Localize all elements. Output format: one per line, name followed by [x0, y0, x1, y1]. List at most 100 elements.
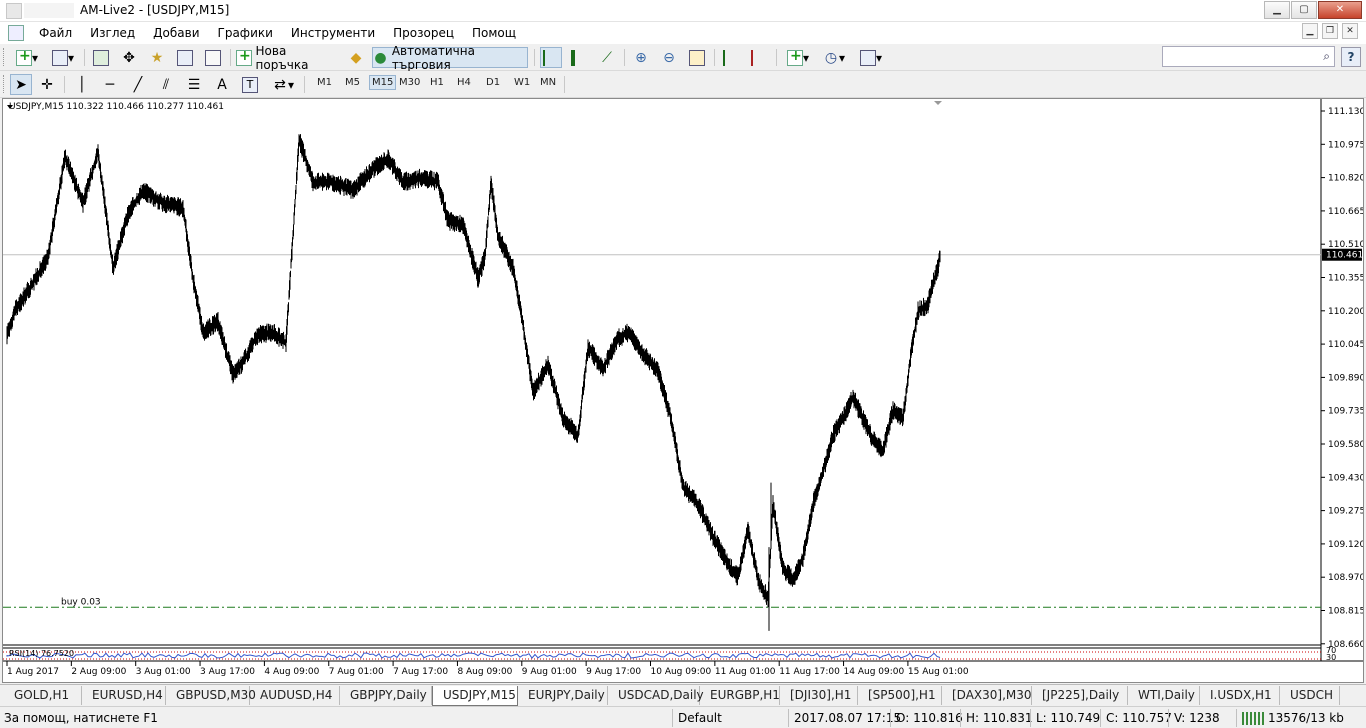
buy-order-label: buy 0.03 [61, 597, 101, 607]
timeframe-h4[interactable]: H4 [457, 77, 471, 88]
price-tick-label: 110.820 [1328, 174, 1363, 184]
chart-shift-icon [723, 49, 739, 66]
drawing-toolbar: ➤ ✛ │ ─ ╱ ⫽ ☰ A T ⇄ ▾ M1 M5 M15 M30 H1 H4… [0, 71, 1366, 98]
vertical-line-button[interactable]: │ [72, 74, 92, 95]
menu-window[interactable]: Прозорец [384, 25, 463, 41]
market-watch-button[interactable] [90, 47, 112, 68]
price-series [6, 134, 941, 608]
indicators-button[interactable]: ▾ [782, 47, 814, 68]
price-tick-label: 109.580 [1328, 440, 1363, 450]
status-traffic: 13576/13 kb [1268, 711, 1344, 725]
status-help: За помощ, натиснете F1 [4, 711, 158, 725]
line-chart-button[interactable]: ⟋ [596, 47, 618, 68]
mdi-close-button[interactable]: ✕ [1342, 23, 1358, 39]
arrows-button[interactable]: ⇄ ▾ [268, 74, 298, 95]
chart-tab[interactable]: USDJPY,M15 [432, 686, 518, 706]
timeframe-h1[interactable]: H1 [430, 77, 444, 88]
text-tool-button[interactable]: A [212, 74, 232, 95]
chart-shift-button[interactable] [720, 47, 742, 68]
mdi-restore-button[interactable]: ❐ [1322, 23, 1338, 39]
auto-trading-label: Автоматична търговия [391, 43, 475, 72]
metaeditor-button[interactable]: ◆ [344, 47, 368, 68]
auto-scroll-button[interactable] [748, 47, 770, 68]
metatrader-window: AM-Live2 - [USDJPY,M15] ▁ ▢ ✕ Файл Изгле… [0, 0, 1366, 728]
periods-button[interactable]: ◷ ▾ [818, 47, 850, 68]
crosshair-tool-icon: ✛ [41, 76, 53, 93]
strategy-tester-button[interactable] [202, 47, 224, 68]
tile-windows-button[interactable] [686, 47, 708, 68]
timeframe-w1[interactable]: W1 [514, 77, 530, 88]
chart-window[interactable]: 111.130 110.975 110.820 110.665 110.510 110.3… [2, 98, 1364, 683]
templates-button[interactable]: ▾ [854, 47, 888, 68]
metaeditor-icon: ◆ [350, 49, 362, 66]
maximize-button[interactable]: ▢ [1291, 1, 1317, 19]
text-label-icon: T [242, 76, 258, 93]
text-tool-icon: A [217, 76, 227, 93]
text-label-button[interactable]: T [240, 74, 260, 95]
chart-shift-marker[interactable] [934, 101, 942, 105]
chart-tab[interactable]: GBPUSD,M30 [166, 686, 256, 705]
line-chart-icon: ⟋ [602, 49, 612, 66]
candlesticks-button[interactable] [568, 47, 590, 68]
chart-tab[interactable]: GBPJPY,Daily [340, 686, 432, 705]
price-chart[interactable]: 111.130 110.975 110.820 110.665 110.510 110.3… [3, 99, 1363, 682]
timeframe-m5[interactable]: M5 [345, 77, 360, 88]
search-icon: ⌕ [1323, 49, 1330, 63]
crosshair-tool-button[interactable]: ✛ [36, 74, 58, 95]
time-tick-label: 7 Aug 01:00 [329, 667, 384, 677]
chart-tab[interactable]: EURGBP,H1 [700, 686, 780, 705]
time-tick-label: 14 Aug 09:00 [844, 667, 905, 677]
minimize-button[interactable]: ▁ [1264, 1, 1290, 19]
zoom-out-button[interactable]: ⊖ [658, 47, 680, 68]
channel-icon: ⫽ [162, 76, 170, 93]
fibonacci-button[interactable]: ☰ [184, 74, 204, 95]
new-chart-button[interactable]: ▾ [10, 47, 44, 68]
chart-tab[interactable]: [SP500],H1 [858, 686, 942, 705]
profiles-button[interactable]: ▾ [48, 47, 78, 68]
menu-file[interactable]: Файл [30, 25, 81, 41]
auto-trading-button[interactable]: ● Автоматична търговия [372, 44, 528, 72]
chart-tab[interactable]: [JP225],Daily [1032, 686, 1128, 705]
chart-tab[interactable]: I.USDX,H1 [1200, 686, 1280, 705]
search-input[interactable]: ⌕ [1162, 46, 1335, 67]
bar-chart-button[interactable] [540, 47, 562, 68]
menu-charts[interactable]: Графики [209, 25, 282, 41]
trendline-button[interactable]: ╱ [128, 74, 148, 95]
chart-tab[interactable]: [DJI30],H1 [780, 686, 858, 705]
menu-help[interactable]: Помощ [463, 25, 525, 41]
chart-tab[interactable]: EURJPY,Daily [518, 686, 608, 705]
zoom-in-button[interactable]: ⊕ [630, 47, 652, 68]
navigator-button[interactable]: ★ [146, 47, 168, 68]
close-button[interactable]: ✕ [1318, 1, 1362, 19]
chart-tab[interactable]: GOLD,H1 [4, 686, 82, 705]
timeframe-d1[interactable]: D1 [486, 77, 500, 88]
timeframe-m15[interactable]: M15 [369, 75, 397, 90]
terminal-button[interactable] [174, 47, 196, 68]
chart-tab[interactable]: WTI,Daily [1128, 686, 1200, 705]
chart-tab[interactable]: [DAX30],M30 [942, 686, 1032, 705]
vertical-line-icon: │ [77, 76, 87, 93]
chart-tab[interactable]: USDCH [1280, 686, 1340, 705]
new-order-button[interactable]: Нова поръчка [236, 44, 340, 72]
chart-tab[interactable]: AUDUSD,H4 [250, 686, 340, 705]
chart-tab[interactable]: EURUSD,H4 [82, 686, 166, 705]
channel-button[interactable]: ⫽ [156, 74, 176, 95]
status-open: O: 110.816 [896, 711, 963, 725]
chart-tabs: GOLD,H1 EURUSD,H4 GBPUSD,M30 AUDUSD,H4 GBPJP… [0, 684, 1366, 706]
mdi-minimize-button[interactable]: ▁ [1302, 23, 1318, 39]
cursor-tool-button[interactable]: ➤ [10, 74, 32, 95]
menu-view[interactable]: Изглед [81, 25, 144, 41]
price-tick-label: 110.200 [1328, 307, 1363, 317]
menu-tools[interactable]: Инструменти [282, 25, 384, 41]
chart-tab[interactable]: USDCAD,Daily [608, 686, 704, 705]
timeframe-mn[interactable]: MN [540, 77, 556, 88]
horizontal-line-button[interactable]: ─ [100, 74, 120, 95]
help-button[interactable]: ? [1341, 47, 1361, 67]
price-tick-label: 108.970 [1328, 573, 1363, 583]
time-tick-label: 1 Aug 2017 [7, 667, 59, 677]
menu-insert[interactable]: Добави [144, 25, 208, 41]
price-tick-label: 109.120 [1328, 540, 1363, 550]
timeframe-m1[interactable]: M1 [317, 77, 332, 88]
data-window-button[interactable]: ✥ [118, 47, 140, 68]
timeframe-m30[interactable]: M30 [399, 77, 420, 88]
